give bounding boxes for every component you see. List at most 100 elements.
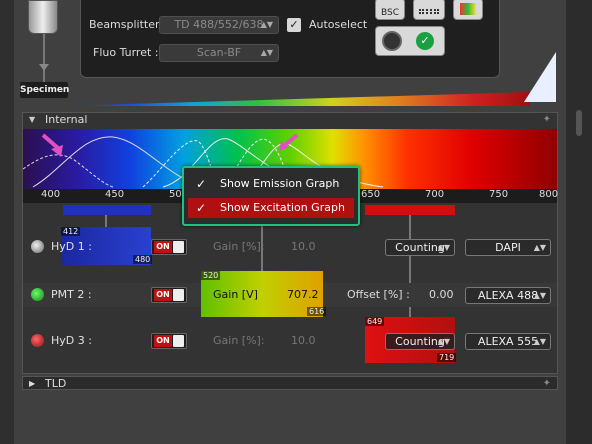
internal-detectors-panel: ▼ Internal ✦ 400 450 500 550 600 [22,112,558,374]
left-frame [0,0,14,444]
detection-range-bar-hyd3[interactable] [365,205,455,215]
mode-select[interactable]: Counting ▲▼ [385,239,455,256]
annotation-arrow-left [41,133,61,151]
gain-value[interactable]: 10.0 [291,240,316,253]
beam-settings-panel: Beamsplitter : TD 488/552/638 ▲▼ ✓ Autos… [80,0,500,78]
detection-range-bar-hyd1[interactable] [63,205,151,215]
detector-status-icon [31,288,44,301]
menu-item-label: Show Excitation Graph [220,201,345,214]
annotation-arrow-right [283,133,299,147]
toggle-knob [173,335,184,347]
gain-label: Gain [V] [213,288,258,301]
range-start-hyd3: 649 [365,317,385,326]
specimen-label: Specimen [20,82,69,98]
autoselect-label: Autoselect [309,18,368,31]
axis-tick: 800 [539,189,559,200]
confocal-light-path-window: Specimen Beamsplitter : TD 488/552/638 ▲… [0,0,592,444]
spinner-icon: ▲▼ [533,291,546,300]
detector-toggle[interactable]: ON [151,333,187,349]
range-end-pmt2: 616 [307,307,327,316]
beamsplitter-select[interactable]: TD 488/552/638 ▲▼ [159,16,279,34]
prism-icon [524,52,556,102]
grid-icon [419,9,439,14]
filter-wheel-icon [382,31,402,51]
fluo-turret-value: Scan-BF [196,46,242,59]
collapse-triangle-icon[interactable]: ▼ [29,113,35,127]
dye-value: DAPI [495,241,521,254]
pin-icon[interactable]: ✦ [543,377,551,390]
mode-select[interactable]: Counting ▲▼ [385,333,455,350]
toggle-label: ON [154,335,172,347]
excitation-curve-dapi [23,154,114,188]
check-icon: ✓ [196,177,207,191]
gain-value[interactable]: 10.0 [291,334,316,347]
gain-label: Gain [%]: [213,334,265,347]
range-end-hyd1: 480 [133,255,153,264]
pin-icon[interactable]: ✦ [543,113,551,127]
menu-item-label: Show Emission Graph [220,177,340,190]
axis-tick: 450 [105,189,125,200]
toggle-knob [173,289,184,301]
beamsplitter-value: TD 488/552/638 [174,18,264,31]
palette-icon [460,3,476,15]
menu-item-show-emission-graph[interactable]: ✓ Show Emission Graph [188,174,354,194]
spinner-icon: ▲▼ [533,243,546,252]
offset-value[interactable]: 0.00 [429,288,454,301]
check-icon: ✓ [196,201,207,215]
tld-panel-header[interactable]: ▶ TLD ✦ [22,376,558,390]
spinner-icon: ▲▼ [260,20,273,29]
axis-tick: 700 [425,189,445,200]
gain-value[interactable]: 707.2 [287,288,319,301]
dye-select[interactable]: ALEXA 488 ▲▼ [465,287,551,304]
range-start-pmt2: 520 [201,271,221,280]
check-circle-icon: ✓ [416,32,434,50]
detector-row-hyd3: 649 719 HyD 3 : ON Gain [%]: 10.0 Counti… [23,317,557,363]
detector-row-hyd1: 412 480 HyD 1 : ON Gain [%]: 10.0 Counti… [23,227,557,265]
spinner-icon: ▲▼ [533,337,546,346]
detector-toggle[interactable]: ON [151,287,187,303]
offset-label: Offset [%] : [347,288,410,301]
detector-status-icon [31,334,44,347]
tld-title: TLD [45,377,67,390]
objective-icon [28,0,58,34]
specimen-arrow-icon [39,64,49,71]
spinner-icon: ▲▼ [260,48,273,57]
detector-status-icon [31,240,44,253]
toggle-knob [173,241,184,253]
dye-value: ALEXA 488 [477,289,539,302]
fluo-turret-label: Fluo Turret : [93,46,159,59]
dye-select[interactable]: DAPI ▲▼ [465,239,551,256]
spinner-icon: ▲▼ [437,337,450,346]
scrollbar-thumb[interactable] [576,110,582,136]
axis-tick: 400 [41,189,61,200]
palette-button[interactable] [453,0,483,20]
scan-config-button[interactable] [413,0,445,20]
detector-name: PMT 2 : [51,288,92,301]
range-start-hyd1: 412 [61,227,81,236]
internal-header[interactable]: ▼ Internal ✦ [23,113,557,127]
detector-row-pmt2: 520 616 PMT 2 : ON Gain [V] 707.2 Offset… [23,271,557,317]
filter-wheel-button[interactable]: ✓ [375,26,445,56]
beamsplitter-label: Beamsplitter : [89,18,167,31]
spectrum-gradient-beam [60,92,530,106]
fluo-turret-select[interactable]: Scan-BF ▲▼ [159,44,279,62]
toggle-label: ON [154,241,172,253]
detector-name: HyD 3 : [51,334,92,347]
axis-tick: 650 [361,189,381,200]
bsc-button[interactable]: BSC [375,0,405,20]
right-scrollbar[interactable] [566,0,592,444]
internal-title: Internal [45,113,88,126]
graph-context-menu: ✓ Show Emission Graph ✓ Show Excitation … [182,166,360,226]
beam-line-left [43,34,45,82]
dye-select[interactable]: ALEXA 555 ▲▼ [465,333,551,350]
detector-toggle[interactable]: ON [151,239,187,255]
expand-triangle-icon[interactable]: ▶ [29,377,35,390]
spinner-icon: ▲▼ [437,243,450,252]
bsc-label: BSC [380,8,399,18]
gain-label: Gain [%]: [213,240,265,253]
menu-item-show-excitation-graph[interactable]: ✓ Show Excitation Graph [188,198,354,218]
axis-tick: 750 [489,189,509,200]
toggle-label: ON [154,289,172,301]
range-end-hyd3: 719 [437,353,457,362]
autoselect-checkbox[interactable]: ✓ [287,18,301,32]
